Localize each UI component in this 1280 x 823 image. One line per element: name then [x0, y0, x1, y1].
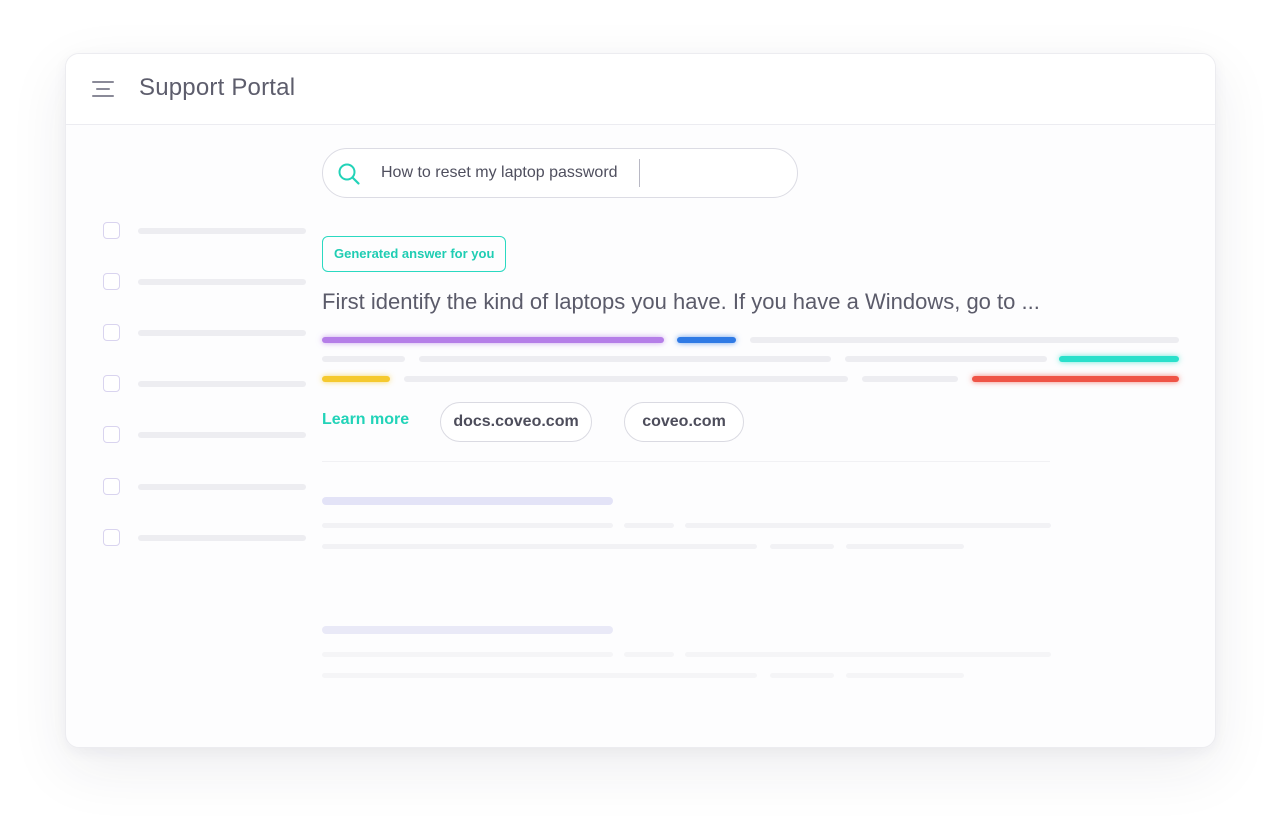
facet-item[interactable] [102, 528, 312, 548]
facet-label-placeholder [138, 535, 306, 541]
highlight-bar-red [972, 376, 1179, 382]
source-chip-docs[interactable]: docs.coveo.com [440, 402, 592, 442]
hamburger-menu-icon[interactable] [92, 81, 116, 97]
text-line-placeholder [862, 376, 958, 382]
text-line-placeholder [404, 376, 848, 382]
learn-more-label: Learn more [322, 411, 410, 428]
highlight-bar-yellow [322, 376, 390, 382]
generated-answer-text: First identify the kind of laptops you h… [322, 289, 1040, 314]
text-line-placeholder [322, 356, 405, 362]
result-line-placeholder [770, 673, 834, 678]
result-line-placeholder [322, 652, 613, 657]
generated-answer-badge: Generated answer for you [322, 236, 507, 272]
result-line-placeholder [322, 523, 613, 528]
facet-checkbox[interactable] [103, 426, 120, 443]
facet-label-placeholder [138, 279, 306, 285]
result-line-placeholder [624, 523, 674, 528]
result-line-placeholder [685, 523, 1051, 528]
source-chip-coveo[interactable]: coveo.com [624, 402, 744, 442]
result-line-placeholder [846, 544, 964, 549]
facet-item[interactable] [102, 221, 312, 241]
result-line-placeholder [322, 544, 757, 549]
facet-label-placeholder [138, 330, 306, 336]
facet-item[interactable] [102, 272, 312, 292]
highlight-bar-teal [1059, 356, 1179, 362]
facet-checkbox[interactable] [103, 222, 120, 239]
facet-item[interactable] [102, 323, 312, 343]
highlight-bar-blue [677, 337, 736, 343]
search-box[interactable]: How to reset my laptop password [322, 148, 798, 198]
facet-label-placeholder [138, 432, 306, 438]
facet-checkbox[interactable] [103, 273, 120, 290]
facet-checkbox[interactable] [103, 375, 120, 392]
facet-label-placeholder [138, 484, 306, 490]
facet-checkbox[interactable] [103, 529, 120, 546]
section-divider [322, 461, 1050, 462]
search-input[interactable]: How to reset my laptop password [381, 164, 618, 182]
result-line-placeholder [624, 652, 674, 657]
app-window: Support Portal How to reset my laptop pa… [65, 53, 1216, 748]
facet-checkbox[interactable] [103, 478, 120, 495]
page-title: Support Portal [139, 74, 296, 101]
facet-label-placeholder [138, 381, 306, 387]
header: Support Portal [66, 54, 1215, 125]
result-line-placeholder [770, 544, 834, 549]
result-title-placeholder[interactable] [322, 626, 613, 634]
search-icon[interactable] [337, 162, 361, 186]
facet-item[interactable] [102, 374, 312, 394]
result-title-placeholder[interactable] [322, 497, 613, 505]
facet-item[interactable] [102, 477, 312, 497]
highlight-bar-purple [322, 337, 664, 343]
result-line-placeholder [846, 673, 964, 678]
text-line-placeholder [419, 356, 831, 362]
text-cursor [639, 159, 640, 187]
result-line-placeholder [685, 652, 1051, 657]
result-line-placeholder [322, 673, 757, 678]
facet-checkbox[interactable] [103, 324, 120, 341]
text-line-placeholder [750, 337, 1179, 343]
facet-item[interactable] [102, 425, 312, 445]
facet-label-placeholder [138, 228, 306, 234]
text-line-placeholder [845, 356, 1047, 362]
